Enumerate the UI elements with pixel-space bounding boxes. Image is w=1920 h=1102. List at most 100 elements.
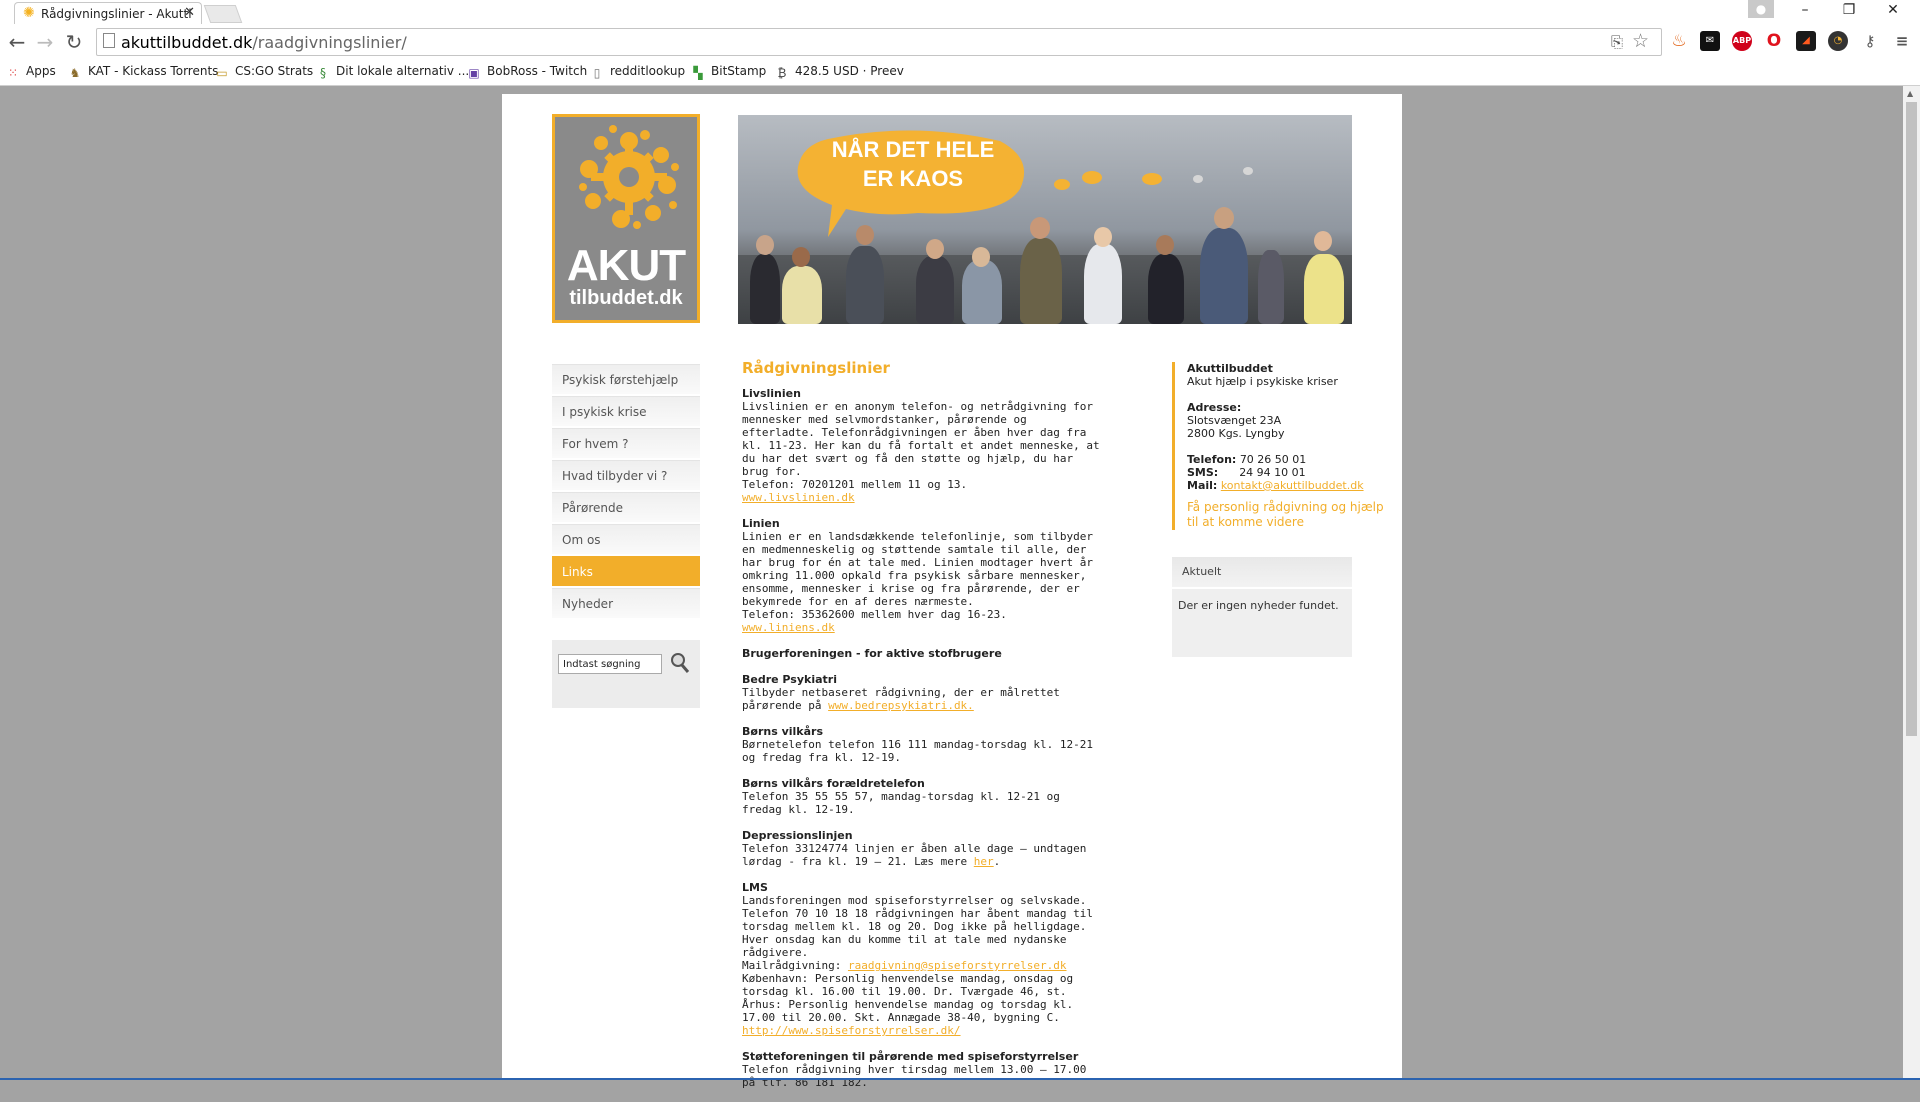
bookmark-bobross[interactable]: ▣ BobRoss - Twitch	[467, 64, 587, 80]
bookmark-csgo-strats[interactable]: ▭ CS:GO Strats	[215, 64, 313, 80]
bookmark-kat[interactable]: ♞ KAT - Kickass Torrents	[68, 64, 219, 80]
nav-item-psykisk-forstehjaelp[interactable]: Psykisk førstehjælp	[552, 364, 700, 394]
scroll-up-icon[interactable]: ▲	[1907, 89, 1913, 98]
livslinien-link[interactable]: www.livslinien.dk	[742, 491, 855, 504]
url-text[interactable]: akuttilbuddet.dk/raadgivningslinier/	[121, 33, 407, 52]
logo-wordmark: AKUT	[566, 241, 686, 290]
nav-item-i-psykisk-krise[interactable]: I psykisk krise	[552, 396, 700, 426]
bookmark-apps[interactable]: ⁙ Apps	[6, 64, 56, 80]
new-tab-button[interactable]	[203, 5, 243, 23]
section-title: Brugerforeningen - for aktive stofbruger…	[742, 647, 1002, 660]
contact-mail-link[interactable]: kontakt@akuttilbuddet.dk	[1221, 479, 1364, 492]
nav-item-parorende[interactable]: Pårørende	[552, 492, 700, 522]
lms-mail-label: Mailrådgivning:	[742, 959, 842, 972]
sun-favicon-icon: ✺	[23, 5, 35, 21]
bookmark-bitstamp[interactable]: ▚ BitStamp	[691, 64, 766, 80]
banner-headline: NÅR DET HELE ER KAOS	[788, 135, 1038, 193]
bedre-psykiatri-link[interactable]: www.bedrepsykiatri.dk.	[828, 699, 974, 712]
section-depressionslinjen: Depressionslinjen Telefon 33124774 linje…	[742, 829, 1102, 868]
contact-tagline: Akut hjælp i psykiske kriser	[1187, 375, 1338, 388]
folder-icon: ▭	[216, 66, 228, 80]
bookmark-preev[interactable]: ₿ 428.5 USD · Preev	[775, 64, 904, 80]
nav-item-nyheder[interactable]: Nyheder	[552, 588, 700, 618]
nav-item-hvad-tilbyder-vi[interactable]: Hvad tilbyder vi ?	[552, 460, 700, 490]
page-container: AKUT tilbuddet.dk NÅR DET HELE ER KAOS P…	[502, 94, 1402, 1089]
mail-icon[interactable]: ✉	[1700, 31, 1720, 51]
news-empty-message: Der er ingen nyheder fundet.	[1178, 599, 1339, 612]
section-title: Støtteforeningen til pårørende med spise…	[742, 1050, 1079, 1063]
search-icon[interactable]	[670, 652, 690, 674]
bubble-dot	[998, 173, 1016, 185]
browser-tab[interactable]: ✺ Rådgivningslinier - Akuttil ✕	[14, 2, 202, 25]
bubble-dot	[1082, 171, 1102, 184]
address-label: Adresse:	[1187, 401, 1242, 414]
section-body: Telefon 35 55 55 57, mandag-torsdag kl. …	[742, 790, 1060, 816]
key-icon[interactable]: ⚷	[1860, 31, 1880, 51]
bitstamp-icon: ▚	[693, 66, 703, 80]
bookmark-label: Apps	[26, 64, 56, 78]
url-path: /raadgivningslinier/	[252, 33, 407, 52]
search-input[interactable]: Indtast søgning	[558, 654, 662, 674]
lms-website-link[interactable]: http://www.spiseforstyrrelser.dk/	[742, 1024, 961, 1037]
banner-person	[972, 247, 990, 267]
banner-person	[1094, 227, 1112, 247]
nav-item-for-hvem[interactable]: For hvem ?	[552, 428, 700, 458]
vertical-scrollbar[interactable]: ▲	[1903, 86, 1920, 1080]
lms-mail-line: Mailrådgivning: raadgivning@spiseforstyr…	[742, 959, 1102, 972]
minimize-button[interactable]: –	[1790, 2, 1820, 18]
nav-item-om-os[interactable]: Om os	[552, 524, 700, 554]
section-title: Børns vilkårs forældretelefon	[742, 777, 925, 790]
sms-label: SMS:	[1187, 466, 1219, 479]
bubble-dot	[1054, 179, 1070, 190]
banner-person	[750, 254, 780, 324]
tab-close-icon[interactable]: ✕	[184, 5, 195, 20]
banner-person	[1084, 244, 1122, 324]
cut-icon[interactable]: ◢	[1796, 31, 1816, 51]
cta-link[interactable]: Få personlig rådgivning og hjælp til at …	[1187, 500, 1387, 530]
vault-icon[interactable]: ◔	[1828, 31, 1848, 51]
opera-icon[interactable]: O	[1764, 31, 1784, 51]
bookmark-label: 428.5 USD · Preev	[795, 64, 904, 78]
apps-grid-icon: ⁙	[7, 66, 19, 80]
bookmark-label: CS:GO Strats	[235, 64, 314, 78]
section-body: Linien er en landsdækkende telefonlinje,…	[742, 530, 1093, 608]
back-arrow-icon[interactable]: ←	[5, 30, 29, 54]
lms-mail-link[interactable]: raadgivning@spiseforstyrrelser.dk	[848, 959, 1067, 972]
hero-banner: NÅR DET HELE ER KAOS	[738, 115, 1352, 324]
flame-icon[interactable]: ♨	[1669, 31, 1689, 51]
banner-person	[1214, 207, 1234, 229]
section-linien: Linien Linien er en landsdækkende telefo…	[742, 517, 1102, 634]
banner-person	[916, 256, 954, 324]
reload-icon[interactable]: ↻	[62, 30, 86, 54]
bookmarks-bar: ⁙ Apps ♞ KAT - Kickass Torrents ▭ CS:GO Str…	[0, 60, 1920, 86]
section-bedre-psykiatri: Bedre Psykiatri Tilbyder netbaseret rådg…	[742, 673, 1102, 712]
main-content: Rådgivningslinier Livslinien Livslinien …	[742, 361, 1102, 1102]
bubble-dot	[1142, 173, 1162, 185]
depression-read-more-link[interactable]: her	[974, 855, 994, 868]
bookmark-redditlookup[interactable]: ▯ redditlookup	[590, 64, 685, 80]
bookmark-star-icon[interactable]: ☆	[1632, 30, 1649, 52]
site-logo[interactable]: AKUT tilbuddet.dk	[552, 114, 700, 323]
bookmark-dit-lokale[interactable]: § Dit lokale alternativ ...	[316, 64, 469, 80]
maximize-button[interactable]: ❐	[1834, 2, 1864, 18]
menu-icon[interactable]: ≡	[1892, 31, 1912, 51]
banner-line-1: NÅR DET HELE	[831, 137, 995, 162]
news-title: Aktuelt	[1172, 557, 1352, 589]
scrollbar-thumb[interactable]	[1906, 102, 1917, 736]
address-bar[interactable]: akuttilbuddet.dk/raadgivningslinier/ ⎘ ☆	[96, 28, 1662, 56]
person-icon[interactable]: ●	[1748, 0, 1774, 18]
lms-copenhagen: København: Personlig henvendelse mandag,…	[742, 972, 1074, 998]
linien-link[interactable]: www.liniens.dk	[742, 621, 835, 634]
browser-toolbar: ← → ↻ akuttilbuddet.dk/raadgivningslinie…	[0, 24, 1920, 61]
bubble-dot	[1243, 167, 1253, 175]
section-title: Depressionslinjen	[742, 829, 853, 842]
contact-org: Akuttilbuddet	[1187, 362, 1273, 375]
translate-icon[interactable]: ⎘	[1611, 33, 1623, 51]
banner-person	[1200, 228, 1248, 324]
close-window-button[interactable]: ✕	[1878, 2, 1908, 18]
nav-item-links[interactable]: Links	[552, 556, 700, 586]
adblock-icon[interactable]: ABP	[1732, 31, 1752, 51]
forward-arrow-icon[interactable]: →	[33, 30, 57, 54]
section-livslinien: Livslinien Livslinien er en anonym telef…	[742, 387, 1102, 504]
section-title: LMS	[742, 881, 768, 894]
